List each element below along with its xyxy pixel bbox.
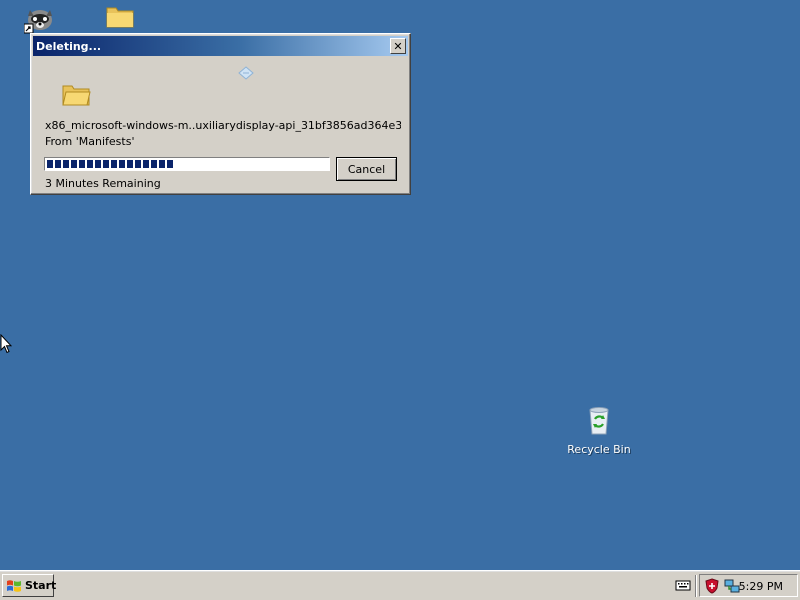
desktop-icon-folder[interactable] (82, 2, 158, 33)
tray-separator (695, 575, 697, 597)
desktop-icon-recycle-bin[interactable]: Recycle Bin (561, 404, 637, 456)
close-button[interactable]: ✕ (390, 38, 406, 54)
network-icon[interactable] (724, 578, 740, 594)
time-remaining-text: 3 Minutes Remaining (45, 177, 161, 190)
system-tray: 5:29 PM (699, 574, 798, 597)
deleting-dialog: Deleting... ✕ x86_microsoft-windows-m..u… (30, 33, 411, 195)
cancel-button[interactable]: Cancel (336, 157, 397, 181)
security-shield-icon[interactable] (704, 577, 720, 594)
recycle-bin-icon (583, 404, 615, 439)
dialog-title: Deleting... (36, 39, 102, 53)
deleting-filename: x86_microsoft-windows-m..uxiliarydisplay… (45, 119, 401, 132)
start-button[interactable]: Start (2, 574, 57, 597)
raccoon-icon (23, 2, 56, 37)
close-icon: ✕ (393, 39, 403, 53)
start-label: Start (25, 579, 57, 592)
progress-bar (44, 157, 330, 171)
taskbar: Start 5:29 PM (0, 570, 800, 600)
desktop-icon-label: Recycle Bin (567, 443, 631, 456)
source-folder-text: From 'Manifests' (45, 135, 135, 148)
mouse-cursor-icon (0, 333, 13, 357)
flying-file-icon (238, 66, 254, 83)
dialog-titlebar[interactable]: Deleting... ✕ (33, 36, 408, 56)
folder-icon (105, 2, 135, 33)
windows-logo-icon (6, 579, 22, 593)
keyboard-icon[interactable] (675, 578, 691, 595)
progress-bar-fill (47, 160, 173, 168)
folder-icon (61, 80, 91, 111)
clock[interactable]: 5:29 PM (739, 580, 783, 593)
